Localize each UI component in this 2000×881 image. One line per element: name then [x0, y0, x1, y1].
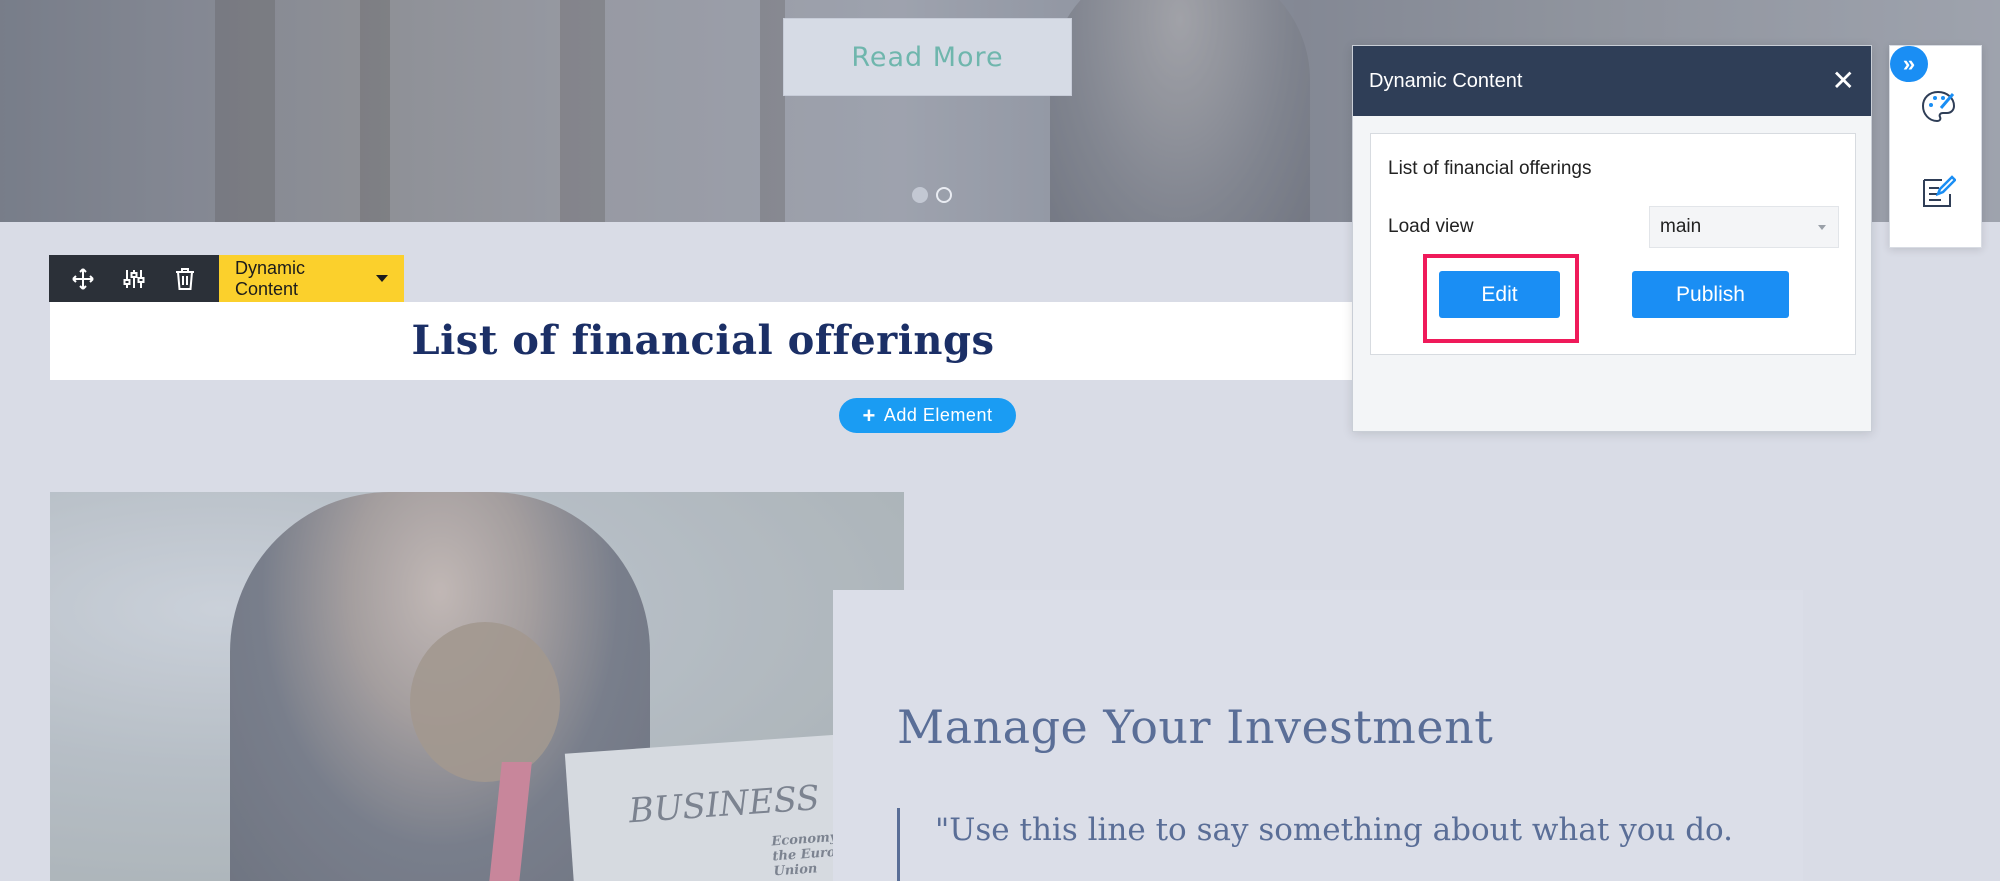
- add-element-button[interactable]: + Add Element: [839, 398, 1016, 433]
- investment-quote: "Use this line to say something about wh…: [935, 812, 1734, 848]
- section-title: List of financial offerings: [411, 317, 995, 364]
- load-view-select[interactable]: main: [1649, 206, 1839, 248]
- investment-heading: Manage Your Investment: [897, 700, 1494, 754]
- slider-dot-2[interactable]: [936, 187, 952, 203]
- element-type-label: Dynamic Content: [235, 257, 306, 299]
- trash-icon[interactable]: [170, 264, 200, 294]
- publish-button[interactable]: Publish: [1632, 271, 1789, 318]
- load-view-label: Load view: [1388, 216, 1474, 237]
- panel-body: List of financial offerings Load view ma…: [1370, 133, 1856, 355]
- edit-button[interactable]: Edit: [1439, 271, 1560, 318]
- element-toolbar: Dynamic Content: [49, 255, 404, 302]
- photo-overlay: [50, 492, 904, 881]
- close-icon[interactable]: ✕: [1832, 67, 1855, 95]
- side-toolbar-toggle[interactable]: »: [1890, 46, 1928, 82]
- sliders-icon[interactable]: [119, 264, 149, 294]
- dynamic-content-panel: Dynamic Content ✕ List of financial offe…: [1352, 45, 1872, 432]
- palette-icon[interactable]: [1918, 87, 1958, 127]
- move-icon[interactable]: [68, 264, 98, 294]
- businessman-photo: BUSINESS Economy of the European Union: [50, 492, 904, 881]
- slider-dot-1[interactable]: [912, 187, 928, 203]
- panel-title: Dynamic Content: [1369, 69, 1523, 92]
- investment-card: Manage Your Investment "Use this line to…: [833, 590, 1803, 881]
- add-element-label: Add Element: [883, 405, 993, 425]
- read-more-button[interactable]: Read More: [783, 18, 1072, 96]
- content-name: List of financial offerings: [1388, 158, 1592, 179]
- dynamic-content-section[interactable]: List of financial offerings: [50, 302, 1356, 380]
- load-view-value: main: [1660, 216, 1702, 237]
- chevron-down-icon: [376, 275, 388, 282]
- chevron-down-icon: [1818, 224, 1826, 230]
- edit-note-icon[interactable]: [1918, 172, 1958, 212]
- panel-header: Dynamic Content ✕: [1353, 46, 1871, 116]
- plus-icon: +: [862, 402, 876, 428]
- element-type-dropdown[interactable]: Dynamic Content: [219, 255, 404, 302]
- quote-bar: [897, 808, 900, 881]
- element-toolbar-actions: [49, 255, 219, 302]
- slider-dots: [912, 187, 952, 203]
